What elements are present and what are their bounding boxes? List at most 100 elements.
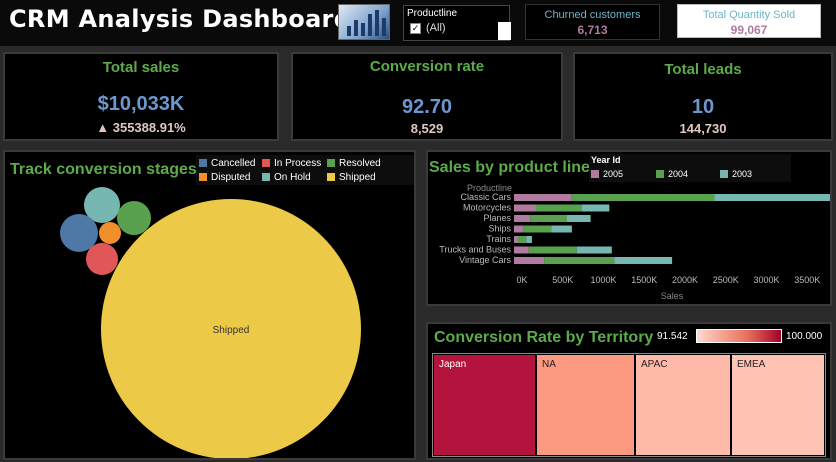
bar-2005[interactable] — [514, 225, 524, 233]
bar-2003[interactable] — [576, 246, 612, 254]
bar-2003[interactable] — [614, 257, 673, 264]
category-label: Vintage Cars — [459, 255, 511, 265]
category-label: Trains — [486, 234, 511, 244]
legend-label: Disputed — [211, 172, 251, 183]
filter-label: Productline — [407, 8, 458, 19]
legend-item-cancelled[interactable]: Cancelled — [199, 158, 255, 169]
legend-label: Resolved — [339, 158, 381, 169]
x-tick-label: 1000K — [590, 275, 616, 285]
filter-option-all[interactable]: (All) — [426, 22, 446, 34]
x-tick-label: 500K — [552, 275, 573, 285]
filter-scrollbar[interactable] — [498, 22, 511, 40]
legend-item-resolved[interactable]: Resolved — [327, 158, 381, 169]
legend-item-shipped[interactable]: Shipped — [327, 172, 376, 183]
territory-label: Japan — [439, 359, 467, 370]
stages-bubble-chart: Shipped — [60, 187, 361, 458]
territory-label: NA — [542, 359, 556, 370]
bar-2005[interactable] — [514, 246, 529, 254]
territory-cell-apac[interactable]: APAC — [635, 354, 731, 456]
legend-label: Cancelled — [211, 158, 256, 169]
bar-2005[interactable] — [514, 257, 545, 264]
bar-2005[interactable] — [514, 215, 531, 222]
x-axis-title: Sales — [661, 291, 684, 301]
category-label: Ships — [488, 224, 511, 234]
category-label: Motorcycles — [463, 203, 512, 213]
category-label: Classic Cars — [460, 192, 511, 202]
conversion-rate-value: 92.70 — [401, 96, 453, 118]
bar-2003[interactable] — [551, 225, 572, 233]
color-scale-bar — [696, 329, 782, 343]
conversion-stages-title: Track conversion stages — [10, 161, 197, 178]
churned-label: Churned customers — [544, 9, 641, 21]
total-leads-card: Total leads 10 144,730 — [573, 52, 833, 141]
bar-2005[interactable] — [514, 236, 519, 243]
chart-image-icon — [338, 4, 390, 40]
bar-2003[interactable] — [581, 204, 610, 212]
scale-max-label: 100.000 — [786, 331, 823, 342]
legend-item-2005[interactable]: 2005 — [591, 169, 623, 179]
bubble-disputed[interactable] — [99, 222, 121, 244]
conversion-rate-card: Conversion rate 92.70 8,529 — [291, 52, 563, 141]
sales-by-product-panel: Sales by product line Year Id 2005 2004 … — [426, 150, 832, 306]
category-label: Planes — [483, 213, 511, 223]
territory-cell-na[interactable]: NA — [536, 354, 635, 456]
bar-2003[interactable] — [566, 215, 591, 222]
legend-item-on-hold[interactable]: On Hold — [262, 172, 311, 183]
legend-swatch — [199, 173, 207, 181]
legend-item-in-process[interactable]: In Process — [262, 158, 321, 169]
bar-2004[interactable] — [544, 257, 615, 264]
legend-swatch — [720, 170, 728, 178]
bar-2004[interactable] — [571, 194, 715, 201]
legend-label: Shipped — [339, 172, 376, 183]
legend-item-2003[interactable]: 2003 — [720, 169, 752, 179]
quantity-label: Total Quantity Sold — [702, 9, 796, 21]
territory-cell-japan[interactable]: Japan — [433, 354, 536, 456]
territory-title: Conversion Rate by Territory — [434, 329, 654, 346]
bar-2004[interactable] — [518, 236, 527, 243]
territory-label: EMEA — [737, 359, 766, 370]
x-tick-label: 2000K — [672, 275, 698, 285]
bar-2003[interactable] — [526, 236, 532, 243]
total-leads-title: Total leads — [664, 61, 742, 78]
checkbox-all[interactable]: ✓ — [410, 23, 421, 34]
bubble-resolved[interactable] — [117, 201, 151, 235]
dashboard-title: CRM Analysis Dashboard — [9, 5, 352, 33]
productline-filter[interactable]: Productline ✓ (All) — [403, 5, 511, 41]
bubble-in-process[interactable] — [86, 243, 118, 275]
bar-2004[interactable] — [528, 246, 577, 254]
territory-panel: Conversion Rate by Territory 91.542 100.… — [426, 322, 832, 460]
churned-customers-card: Churned customers 6,713 — [525, 4, 660, 40]
legend-swatch — [262, 173, 270, 181]
x-tick-label: 3000K — [753, 275, 779, 285]
legend-label: 2004 — [668, 169, 689, 179]
legend-item-2004[interactable]: 2004 — [656, 169, 688, 179]
bar-2004[interactable] — [523, 225, 552, 233]
conversion-rate-sub: 8,529 — [410, 121, 444, 136]
legend-label: In Process — [274, 158, 322, 169]
bar-2005[interactable] — [514, 204, 537, 212]
legend-item-disputed[interactable]: Disputed — [199, 172, 250, 183]
bar-2003[interactable] — [714, 194, 830, 201]
territory-label: APAC — [641, 359, 668, 370]
x-tick-label: 1500K — [631, 275, 657, 285]
bar-2005[interactable] — [514, 194, 572, 201]
sales-bar-chart: Productline Sales Classic CarsMotorcycle… — [439, 183, 830, 301]
conversion-rate-title: Conversion rate — [369, 58, 485, 75]
legend-swatch — [327, 159, 335, 167]
total-sales-change: ▲ 355388.91% — [96, 120, 186, 135]
total-sales-value: $10,033K — [97, 93, 185, 115]
churned-value: 6,713 — [577, 23, 608, 37]
total-sales-card: Total sales $10,033K ▲ 355388.91% — [3, 52, 279, 141]
x-tick-label: 3500K — [794, 275, 820, 285]
territory-cell-emea[interactable]: EMEA — [731, 354, 825, 456]
bar-2004[interactable] — [536, 204, 582, 212]
sales-chart-title: Sales by product line — [429, 159, 590, 176]
bubble-shipped-label: Shipped — [213, 325, 250, 336]
total-leads-sub: 144,730 — [679, 121, 727, 136]
quantity-sold-card: Total Quantity Sold 99,067 — [677, 4, 821, 38]
total-leads-value: 10 — [691, 96, 715, 118]
category-label: Trucks and Buses — [439, 245, 511, 255]
legend-swatch — [327, 173, 335, 181]
scale-min-label: 91.542 — [657, 331, 688, 342]
bar-2004[interactable] — [530, 215, 567, 222]
